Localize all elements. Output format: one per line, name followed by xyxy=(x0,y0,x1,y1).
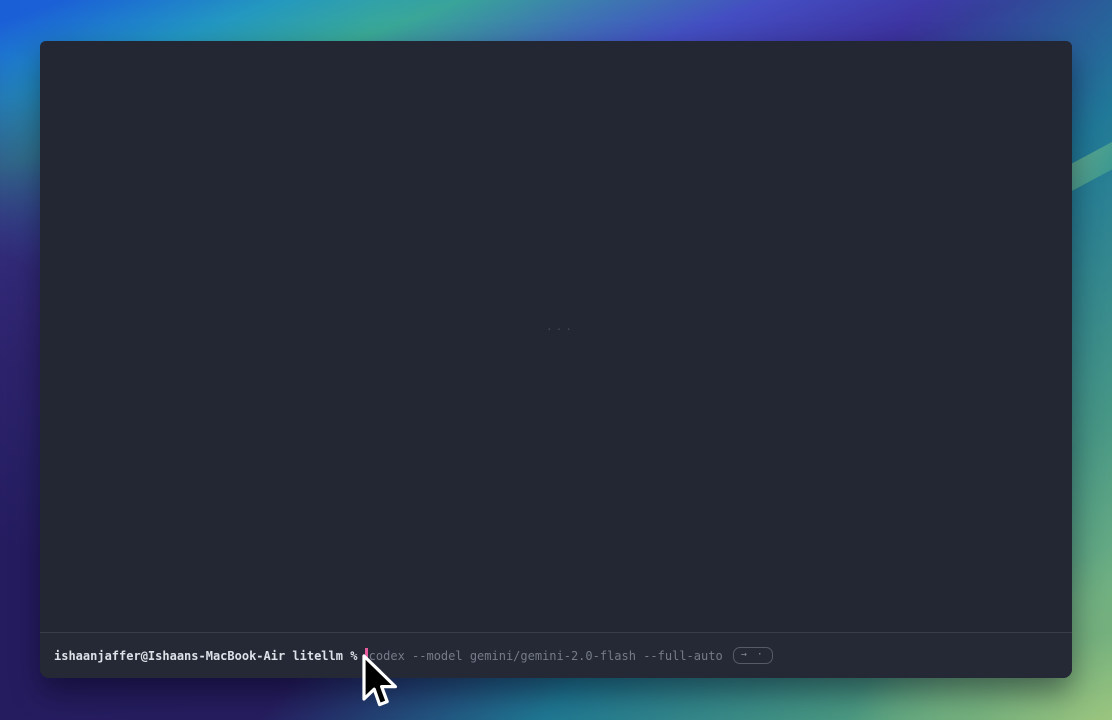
terminal-command-line[interactable]: ishaanjaffer@Ishaans-MacBook-Air litellm… xyxy=(40,632,1072,678)
terminal-window[interactable]: ··· ishaanjaffer@Ishaans-MacBook-Air lit… xyxy=(40,41,1072,678)
loading-ellipsis: ··· xyxy=(546,323,575,336)
command-autosuggestion: codex --model gemini/gemini-2.0-flash --… xyxy=(369,649,723,663)
shell-prompt: ishaanjaffer@Ishaans-MacBook-Air litellm… xyxy=(54,649,365,663)
desktop: ··· ishaanjaffer@Ishaans-MacBook-Air lit… xyxy=(0,0,1112,720)
text-cursor xyxy=(365,648,368,663)
accept-suggestion-hint-badge: → · xyxy=(733,647,773,664)
terminal-output-area[interactable]: ··· xyxy=(40,41,1072,632)
